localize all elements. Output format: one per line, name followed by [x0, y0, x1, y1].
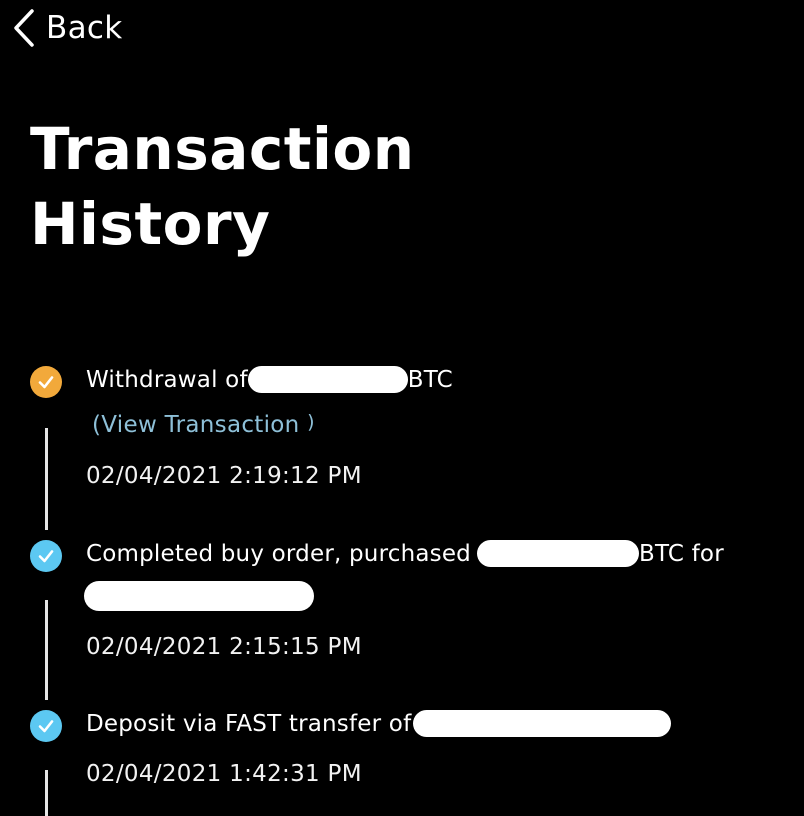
check-circle-icon — [30, 710, 62, 742]
timeline-connector — [45, 428, 48, 530]
redacted-amount — [84, 581, 314, 611]
transaction-timestamp: 02/04/2021 2:19:12 PM — [86, 463, 362, 489]
transaction-description: Deposit via FAST transfer of — [86, 709, 672, 739]
transaction-text: Deposit via FAST transfer of — [86, 711, 412, 737]
transaction-text: Completed buy order, purchased — [86, 541, 471, 567]
transaction-timestamp: 02/04/2021 1:42:31 PM — [86, 761, 362, 787]
timeline-connector — [45, 600, 48, 700]
redacted-amount — [413, 710, 672, 737]
redacted-amount — [476, 540, 639, 567]
check-circle-icon — [30, 366, 62, 398]
redacted-amount — [247, 366, 408, 393]
check-circle-icon — [30, 540, 62, 572]
transaction-currency: BTC for — [638, 541, 724, 567]
transaction-timeline: Withdrawal of BTC (View Transaction ) 02/… — [0, 0, 804, 816]
view-transaction-label: (View Transaction — [92, 412, 308, 438]
timeline-connector — [45, 770, 48, 816]
transaction-description: Withdrawal of BTC — [86, 365, 453, 395]
transaction-text: Withdrawal of — [86, 367, 248, 393]
transaction-currency: BTC — [407, 367, 453, 393]
transaction-description: Completed buy order, purchased BTC for — [86, 539, 724, 569]
view-transaction-link[interactable]: (View Transaction ) — [92, 410, 315, 441]
transaction-timestamp: 02/04/2021 2:15:15 PM — [86, 634, 362, 660]
link-chevron: ) — [307, 411, 315, 433]
